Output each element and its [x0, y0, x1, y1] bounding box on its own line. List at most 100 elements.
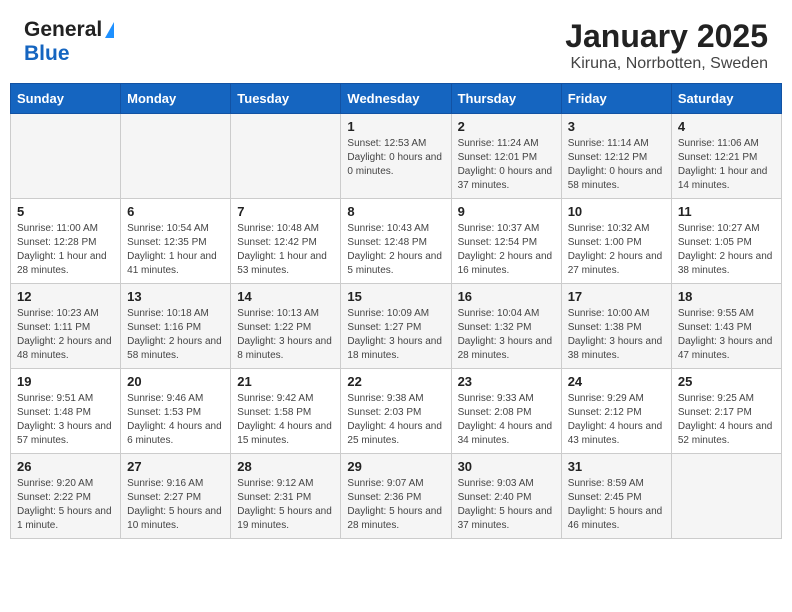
day-number: 10 — [568, 204, 665, 219]
day-number: 9 — [458, 204, 555, 219]
day-info: Sunset: 12:53 AM Daylight: 0 hours and 0… — [347, 137, 444, 179]
day-cell: 29 Sunrise: 9:07 AM Sunset: 2:36 PM Dayli… — [341, 454, 451, 539]
calendar-table: SundayMondayTuesdayWednesdayThursdayFrid… — [10, 83, 782, 539]
day-number: 27 — [127, 459, 224, 474]
logo: General Blue — [24, 18, 114, 66]
day-cell: 25Sunrise: 9:25 AM Sunset: 2:17 PM Dayli… — [671, 369, 781, 454]
day-cell: 12Sunrise: 10:23 AM Sunset: 1:11 PM Dayl… — [11, 284, 121, 369]
day-cell: 27 Sunrise: 9:16 AM Sunset: 2:27 PM Dayli… — [121, 454, 231, 539]
week-row-3: 12Sunrise: 10:23 AM Sunset: 1:11 PM Dayl… — [11, 284, 782, 369]
day-info: Sunrise: 9:07 AM Sunset: 2:36 PM Dayligh… — [347, 477, 444, 533]
day-cell: 20Sunrise: 9:46 AM Sunset: 1:53 PM Dayli… — [121, 369, 231, 454]
logo-line1: General — [24, 18, 114, 42]
day-number: 4 — [678, 119, 775, 134]
day-cell: 2 Sunrise: 11:24 AM Sunset: 12:01 PM Dayl… — [451, 114, 561, 199]
day-number: 7 — [237, 204, 334, 219]
day-info: Sunrise: 10:23 AM Sunset: 1:11 PM Daylig… — [17, 307, 114, 363]
weekday-sunday: Sunday — [11, 84, 121, 114]
title-block: January 2025 Kiruna, Norrbotten, Sweden — [565, 18, 768, 73]
day-cell: 14Sunrise: 10:13 AM Sunset: 1:22 PM Dayl… — [231, 284, 341, 369]
day-cell: 31 Sunrise: 8:59 AM Sunset: 2:45 PM Dayli… — [561, 454, 671, 539]
day-number: 13 — [127, 289, 224, 304]
day-cell: 17 Sunrise: 10:00 AM Sunset: 1:38 PM Dayl… — [561, 284, 671, 369]
day-number: 6 — [127, 204, 224, 219]
day-number: 3 — [568, 119, 665, 134]
day-cell: 10Sunrise: 10:32 AM Sunset: 1:00 PM Dayl… — [561, 199, 671, 284]
day-cell: 30 Sunrise: 9:03 AM Sunset: 2:40 PM Dayli… — [451, 454, 561, 539]
day-info: Sunrise: 10:48 AM Sunset: 12:42 PM Dayli… — [237, 222, 334, 278]
day-info: Sunrise: 10:13 AM Sunset: 1:22 PM Daylig… — [237, 307, 334, 363]
day-info: Sunrise: 9:55 AM Sunset: 1:43 PM Dayligh… — [678, 307, 775, 363]
day-number: 21 — [237, 374, 334, 389]
weekday-thursday: Thursday — [451, 84, 561, 114]
day-info: Sunrise: 9:33 AM Sunset: 2:08 PM Dayligh… — [458, 392, 555, 448]
day-cell: 16Sunrise: 10:04 AM Sunset: 1:32 PM Dayl… — [451, 284, 561, 369]
calendar-wrapper: SundayMondayTuesdayWednesdayThursdayFrid… — [0, 83, 792, 549]
day-cell: 8Sunrise: 10:43 AM Sunset: 12:48 PM Dayl… — [341, 199, 451, 284]
day-number: 18 — [678, 289, 775, 304]
day-cell: 4 Sunrise: 11:06 AM Sunset: 12:21 PM Dayl… — [671, 114, 781, 199]
weekday-monday: Monday — [121, 84, 231, 114]
day-info: Sunrise: 10:54 AM Sunset: 12:35 PM Dayli… — [127, 222, 224, 278]
day-info: Sunrise: 10:18 AM Sunset: 1:16 PM Daylig… — [127, 307, 224, 363]
day-number: 22 — [347, 374, 444, 389]
week-row-2: 5 Sunrise: 11:00 AM Sunset: 12:28 PM Dayl… — [11, 199, 782, 284]
day-number: 28 — [237, 459, 334, 474]
day-cell: 6 Sunrise: 10:54 AM Sunset: 12:35 PM Dayl… — [121, 199, 231, 284]
day-cell: 21 Sunrise: 9:42 AM Sunset: 1:58 PM Dayli… — [231, 369, 341, 454]
day-number: 24 — [568, 374, 665, 389]
day-cell: 7 Sunrise: 10:48 AM Sunset: 12:42 PM Dayl… — [231, 199, 341, 284]
day-info: Sunrise: 9:16 AM Sunset: 2:27 PM Dayligh… — [127, 477, 224, 533]
day-info: Sunrise: 9:42 AM Sunset: 1:58 PM Dayligh… — [237, 392, 334, 448]
day-number: 2 — [458, 119, 555, 134]
subtitle: Kiruna, Norrbotten, Sweden — [565, 55, 768, 73]
day-number: 1 — [347, 119, 444, 134]
day-cell: 19Sunrise: 9:51 AM Sunset: 1:48 PM Dayli… — [11, 369, 121, 454]
week-row-4: 19Sunrise: 9:51 AM Sunset: 1:48 PM Dayli… — [11, 369, 782, 454]
day-info: Sunrise: 9:46 AM Sunset: 1:53 PM Dayligh… — [127, 392, 224, 448]
week-row-1: 1 Sunset: 12:53 AM Daylight: 0 hours and … — [11, 114, 782, 199]
week-row-5: 26Sunrise: 9:20 AM Sunset: 2:22 PM Dayli… — [11, 454, 782, 539]
day-info: Sunrise: 8:59 AM Sunset: 2:45 PM Dayligh… — [568, 477, 665, 533]
day-info: Sunrise: 11:24 AM Sunset: 12:01 PM Dayli… — [458, 137, 555, 193]
day-info: Sunrise: 9:12 AM Sunset: 2:31 PM Dayligh… — [237, 477, 334, 533]
day-info: Sunrise: 9:38 AM Sunset: 2:03 PM Dayligh… — [347, 392, 444, 448]
day-info: Sunrise: 11:14 AM Sunset: 12:12 PM Dayli… — [568, 137, 665, 193]
day-number: 8 — [347, 204, 444, 219]
day-info: Sunrise: 10:09 AM Sunset: 1:27 PM Daylig… — [347, 307, 444, 363]
day-info: Sunrise: 10:37 AM Sunset: 12:54 PM Dayli… — [458, 222, 555, 278]
day-cell: 13 Sunrise: 10:18 AM Sunset: 1:16 PM Dayl… — [121, 284, 231, 369]
main-title: January 2025 — [565, 18, 768, 55]
calendar-header: SundayMondayTuesdayWednesdayThursdayFrid… — [11, 84, 782, 114]
day-info: Sunrise: 9:03 AM Sunset: 2:40 PM Dayligh… — [458, 477, 555, 533]
day-number: 29 — [347, 459, 444, 474]
day-info: Sunrise: 10:27 AM Sunset: 1:05 PM Daylig… — [678, 222, 775, 278]
day-number: 17 — [568, 289, 665, 304]
weekday-saturday: Saturday — [671, 84, 781, 114]
day-number: 5 — [17, 204, 114, 219]
day-cell: 24Sunrise: 9:29 AM Sunset: 2:12 PM Dayli… — [561, 369, 671, 454]
day-cell: 18 Sunrise: 9:55 AM Sunset: 1:43 PM Dayli… — [671, 284, 781, 369]
day-cell: 11 Sunrise: 10:27 AM Sunset: 1:05 PM Dayl… — [671, 199, 781, 284]
day-number: 31 — [568, 459, 665, 474]
weekday-friday: Friday — [561, 84, 671, 114]
day-number: 15 — [347, 289, 444, 304]
day-cell — [11, 114, 121, 199]
weekday-tuesday: Tuesday — [231, 84, 341, 114]
calendar-body: 1 Sunset: 12:53 AM Daylight: 0 hours and … — [11, 114, 782, 539]
day-number: 30 — [458, 459, 555, 474]
page-header: General Blue January 2025 Kiruna, Norrbo… — [0, 0, 792, 83]
day-cell: 1 Sunset: 12:53 AM Daylight: 0 hours and … — [341, 114, 451, 199]
day-cell: 26Sunrise: 9:20 AM Sunset: 2:22 PM Dayli… — [11, 454, 121, 539]
weekday-wednesday: Wednesday — [341, 84, 451, 114]
day-number: 23 — [458, 374, 555, 389]
weekday-header-row: SundayMondayTuesdayWednesdayThursdayFrid… — [11, 84, 782, 114]
day-info: Sunrise: 10:04 AM Sunset: 1:32 PM Daylig… — [458, 307, 555, 363]
day-info: Sunrise: 9:25 AM Sunset: 2:17 PM Dayligh… — [678, 392, 775, 448]
day-info: Sunrise: 10:00 AM Sunset: 1:38 PM Daylig… — [568, 307, 665, 363]
day-number: 26 — [17, 459, 114, 474]
day-cell: 28 Sunrise: 9:12 AM Sunset: 2:31 PM Dayli… — [231, 454, 341, 539]
day-info: Sunrise: 11:00 AM Sunset: 12:28 PM Dayli… — [17, 222, 114, 278]
day-number: 11 — [678, 204, 775, 219]
day-info: Sunrise: 11:06 AM Sunset: 12:21 PM Dayli… — [678, 137, 775, 193]
